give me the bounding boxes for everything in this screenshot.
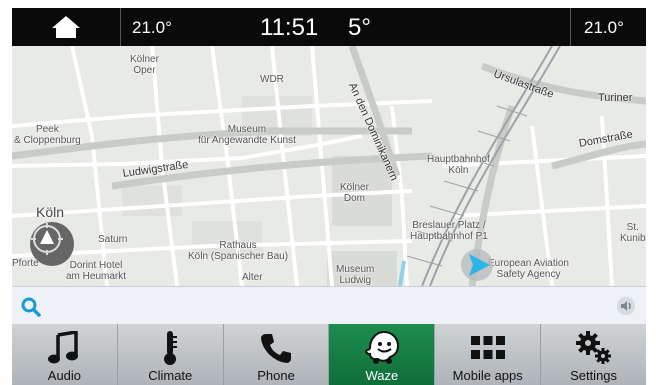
- passenger-temperature[interactable]: 21.0°: [584, 8, 624, 46]
- map-label-st-kunibert: St. Kunib: [620, 222, 646, 244]
- sync-screen: 21.0° 11:51 5° 21.0° Kölner Oper WDR An …: [12, 8, 646, 385]
- map-label-koelner-dom: Kölner Dom: [340, 182, 369, 204]
- map-label-koelner-oper: Kölner Oper: [130, 54, 159, 76]
- map-label-rathaus: Rathaus Köln (Spanischer Bau): [188, 240, 289, 262]
- nav-climate[interactable]: Climate: [118, 324, 224, 385]
- map-label-wdr: WDR: [260, 74, 284, 85]
- home-icon: [52, 16, 80, 38]
- map-label-alter: Alter: [242, 272, 263, 283]
- current-position-icon: [461, 249, 493, 281]
- map-label-koeln: Köln: [36, 204, 65, 220]
- speaker-icon: [617, 297, 635, 315]
- status-bar: 21.0° 11:51 5° 21.0°: [12, 8, 646, 46]
- bottom-navigation: Audio Climate Phone Waze Mobile apps Set…: [12, 324, 646, 385]
- map-label-museum-angewandte-kunst: Museum für Angewandte Kunst: [198, 124, 296, 146]
- clock: 11:51: [260, 14, 319, 41]
- phone-icon: [254, 330, 298, 366]
- search-input[interactable]: [52, 293, 606, 321]
- thermometer-icon: [148, 330, 192, 366]
- map-roads: [12, 46, 646, 286]
- divider: [120, 8, 121, 46]
- search-bar: [12, 286, 646, 325]
- nav-audio[interactable]: Audio: [12, 324, 118, 385]
- driver-temperature[interactable]: 21.0°: [132, 8, 172, 46]
- grid-icon: [466, 330, 510, 366]
- nav-label: Audio: [47, 368, 82, 383]
- waze-icon: [360, 330, 404, 366]
- nav-label: Waze: [365, 368, 399, 383]
- map-label-museum-ludwig: Museum Ludwig: [336, 264, 375, 286]
- nav-phone[interactable]: Phone: [224, 324, 330, 385]
- map-label-hauptbahnhof: Hauptbahnhof Köln: [427, 154, 490, 176]
- nav-label: Mobile apps: [452, 368, 523, 383]
- outside-temperature: 5°: [348, 14, 371, 41]
- nav-mobile-apps[interactable]: Mobile apps: [435, 324, 542, 385]
- map-label-saturn: Saturn: [98, 234, 128, 245]
- waze-map[interactable]: Kölner Oper WDR An den Dominikanern Ursu…: [12, 46, 646, 286]
- map-label-breslauer-platz: Breslauer Platz / Hauptbahnhof P1: [410, 220, 488, 242]
- sound-button[interactable]: [616, 296, 636, 316]
- nav-label: Settings: [570, 368, 618, 383]
- recenter-button[interactable]: [30, 222, 74, 266]
- divider: [570, 8, 571, 46]
- music-note-icon: [42, 330, 86, 366]
- home-button[interactable]: [12, 8, 120, 46]
- gears-icon: [572, 330, 616, 366]
- map-label-pforte: Pforte: [12, 258, 39, 269]
- compass-icon: [31, 223, 63, 255]
- nav-label: Phone: [257, 368, 295, 383]
- map-label-dorint-hotel: Dorint Hotel am Heumarkt: [66, 260, 127, 282]
- map-label-peek-cloppenburg: Peek & Cloppenburg: [14, 124, 81, 146]
- map-label-european-aviation: European Aviation Safety Agency: [488, 258, 569, 280]
- nav-waze[interactable]: Waze: [329, 324, 436, 385]
- search-icon: [21, 297, 41, 317]
- nav-settings[interactable]: Settings: [541, 324, 646, 385]
- map-label-turiner: Turiner: [598, 92, 633, 104]
- search-button[interactable]: [20, 296, 42, 318]
- nav-label: Climate: [148, 368, 193, 383]
